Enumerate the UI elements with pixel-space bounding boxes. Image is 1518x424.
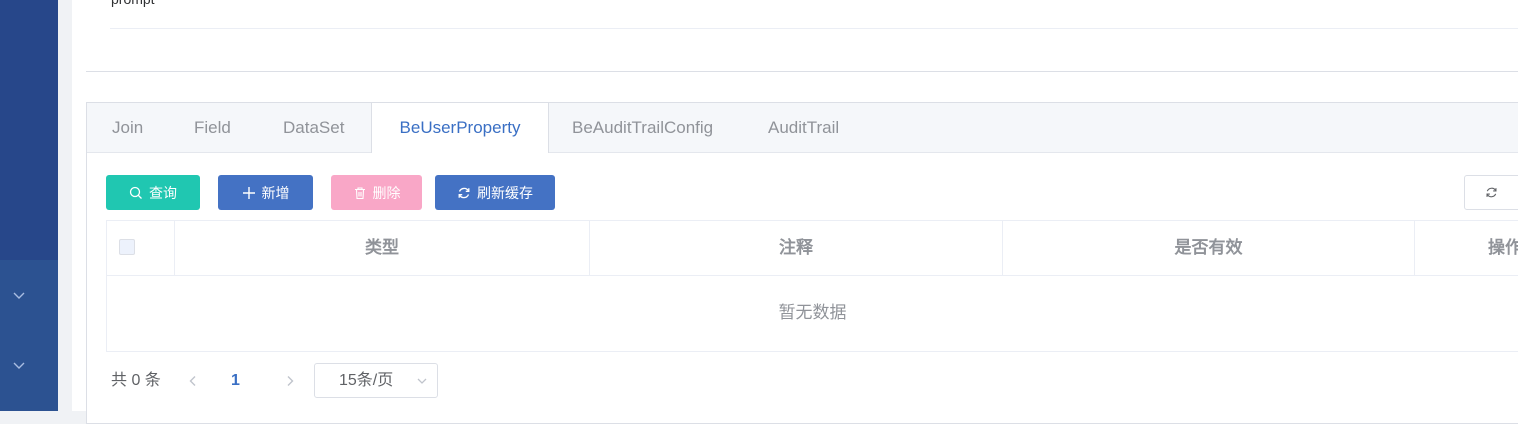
column-header-type[interactable]: 类型 [175, 221, 590, 275]
chevron-down-icon [417, 378, 427, 384]
table-header: 类型 注释 是否有效 操作 [107, 221, 1518, 276]
column-header-valid[interactable]: 是否有效 [1003, 221, 1415, 275]
sidebar-header [0, 0, 58, 260]
divider [86, 71, 1518, 72]
select-all-checkbox[interactable] [119, 239, 135, 255]
empty-state-text: 暂无数据 [778, 303, 847, 322]
tab-beaudittrailconfig[interactable]: BeAuditTrailConfig [572, 103, 713, 152]
trash-icon [354, 186, 365, 199]
tab-bar: Join Field DataSet BeUserProperty BeAudi… [87, 103, 1518, 153]
refresh-cache-button-label: 刷新缓存 [477, 184, 533, 201]
refresh-icon [1486, 187, 1497, 198]
delete-button[interactable]: 删除 [331, 175, 422, 210]
tab-join[interactable]: Join [112, 103, 143, 152]
refresh-icon [458, 187, 470, 198]
chevron-down-icon[interactable] [11, 287, 27, 303]
search-icon [129, 186, 142, 199]
page-size-select[interactable]: 15条/页 [314, 363, 438, 398]
column-header-comment[interactable]: 注释 [590, 221, 1003, 275]
tab-beuserproperty[interactable]: BeUserProperty [371, 103, 549, 153]
prev-page-button[interactable] [181, 363, 205, 398]
chevron-down-icon[interactable] [11, 357, 27, 373]
data-table: 类型 注释 是否有效 操作 暂无数据 [106, 220, 1518, 352]
divider [110, 28, 1518, 29]
tab-card: Join Field DataSet BeUserProperty BeAudi… [86, 102, 1518, 424]
pagination-total: 共 0 条 [111, 372, 161, 389]
page-size-value: 15条/页 [339, 372, 394, 389]
delete-button-label: 删除 [372, 184, 401, 201]
chevron-right-icon [287, 375, 294, 386]
refresh-cache-button[interactable]: 刷新缓存 [435, 175, 555, 210]
tab-audittrail[interactable]: AuditTrail [768, 103, 839, 152]
tab-dataset[interactable]: DataSet [283, 103, 344, 152]
select-all-cell [107, 221, 175, 275]
query-button-label: 查询 [149, 184, 177, 201]
page-number-active[interactable]: 1 [231, 363, 240, 398]
chevron-left-icon [189, 375, 196, 386]
column-header-actions: 操作 [1488, 238, 1518, 257]
query-button[interactable]: 查询 [106, 175, 200, 210]
add-button[interactable]: 新增 [218, 175, 313, 210]
tab-field[interactable]: Field [194, 103, 231, 152]
sidebar [0, 0, 58, 411]
add-button-label: 新增 [261, 184, 290, 201]
reload-button[interactable] [1464, 175, 1518, 210]
next-page-button[interactable] [278, 363, 302, 398]
main-content: prompt Join Field DataSet BeUserProperty… [72, 0, 1518, 424]
plus-icon [242, 186, 255, 199]
prompt-label: prompt [111, 0, 155, 7]
